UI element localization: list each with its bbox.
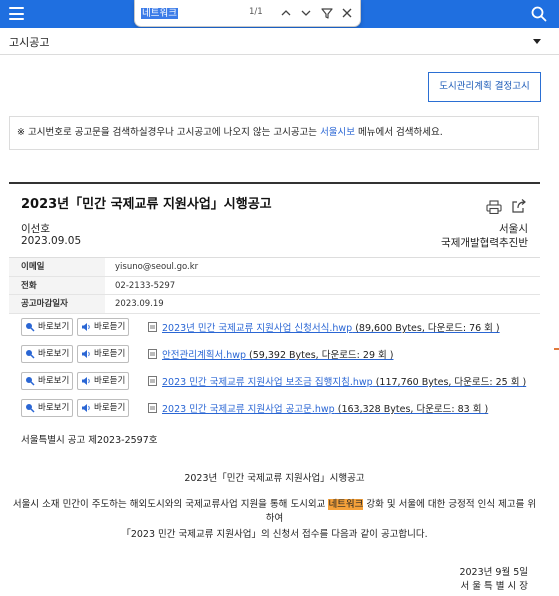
listen-label: 바로듣기 [94, 349, 126, 359]
info-key: 이메일 [9, 258, 105, 276]
article-department: 국제개발협력추진반 [441, 237, 528, 249]
article-organization: 서울시 [499, 223, 528, 235]
signature-organization: 서 울 특 별 시 장 [460, 581, 528, 592]
chevron-up-icon[interactable] [278, 5, 294, 21]
magnifier-icon [26, 350, 35, 359]
attachment-link[interactable]: 안전관리계획서.hwp (59,392 Bytes, 다운로드: 29 회 ) [162, 347, 393, 361]
print-icon[interactable] [486, 200, 502, 214]
find-input[interactable]: 네트워크 [139, 6, 239, 21]
share-icon[interactable] [511, 198, 527, 214]
view-label: 바로보기 [38, 349, 70, 359]
info-row-deadline: 공고마감일자 2023.09.19 [9, 295, 540, 314]
listen-label: 바로듣기 [94, 322, 126, 332]
info-key: 공고마감일자 [9, 295, 105, 313]
view-button[interactable]: 바로보기 [21, 318, 73, 336]
file-icon [148, 403, 157, 413]
view-button[interactable]: 바로보기 [21, 345, 73, 363]
notice-prefix: ※ 고시번호로 공고문을 검색하실경우나 고시공고에 나오지 않는 고시공고는 [17, 127, 321, 138]
search-highlight: 네트워크 [328, 499, 364, 510]
info-row-phone: 전화 02-2133-5297 [9, 276, 540, 295]
listen-button[interactable]: 바로듣기 [77, 318, 129, 336]
attachment-link[interactable]: 2023 민간 국제교류 지원사업 공고문.hwp (163,328 Bytes… [162, 401, 488, 415]
view-label: 바로보기 [38, 322, 70, 332]
info-row-email: 이메일 yisuno@seoul.go.kr [9, 258, 540, 277]
listen-button[interactable]: 바로듣기 [77, 399, 129, 417]
urban-plan-notice-button[interactable]: 도시관리계획 결정고시 [428, 72, 541, 102]
magnifier-icon [26, 323, 35, 332]
article-date: 2023.09.05 [21, 235, 82, 247]
speaker-icon [82, 377, 90, 385]
view-button[interactable]: 바로보기 [21, 399, 73, 417]
attachment-link[interactable]: 2023년 민간 국제교류 지원사업 신청서식.hwp (89,600 Byte… [162, 320, 500, 334]
speaker-icon [82, 350, 90, 358]
view-label: 바로보기 [38, 376, 70, 386]
attachment-link[interactable]: 2023 민간 국제교류 지원사업 보조금 집행지침.hwp (117,760 … [162, 374, 526, 388]
file-meta: (163,328 Bytes, 다운로드: 83 회 ) [334, 404, 489, 415]
file-icon [148, 322, 157, 332]
signature-date: 2023년 9월 5일 [459, 567, 528, 578]
attachment-row: 바로보기 바로듣기 2023 민간 국제교류 지원사업 보조금 집행지침.hwp… [21, 372, 540, 390]
body-title: 2023년「민간 국제교류 지원사업」시행공고 [184, 473, 365, 484]
info-key: 전화 [9, 276, 105, 294]
listen-button[interactable]: 바로듣기 [77, 345, 129, 363]
find-query: 네트워크 [141, 8, 178, 19]
announcement-article: 2023년「민간 국제교류 지원사업」시행공고 이선호 2023.09.05 서… [9, 182, 540, 596]
scroll-marker [554, 348, 559, 350]
find-match-count: 1/1 [249, 7, 263, 17]
attachment-row: 바로보기 바로듣기 2023 민간 국제교류 지원사업 공고문.hwp (163… [21, 399, 540, 417]
file-name: 2023 민간 국제교류 지원사업 공고문.hwp [162, 404, 335, 415]
view-button[interactable]: 바로보기 [21, 372, 73, 390]
chevron-down-icon[interactable] [298, 5, 314, 21]
info-table: 이메일 yisuno@seoul.go.kr 전화 02-2133-5297 공… [9, 257, 540, 314]
speaker-icon [82, 323, 90, 331]
file-name: 2023년 민간 국제교류 지원사업 신청서식.hwp [162, 323, 353, 334]
search-icon[interactable] [531, 6, 547, 22]
search-notice: ※ 고시번호로 공고문을 검색하실경우나 고시공고에 나오지 않는 고시공고는 … [9, 116, 539, 150]
attachment-row: 바로보기 바로듣기 안전관리계획서.hwp (59,392 Bytes, 다운로… [21, 345, 540, 363]
caret-down-icon[interactable] [533, 39, 541, 44]
view-label: 바로보기 [38, 403, 70, 413]
speaker-icon [82, 404, 90, 412]
article-author: 이선호 [21, 223, 50, 235]
info-value: 02-2133-5297 [115, 280, 176, 291]
file-meta: (59,392 Bytes, 다운로드: 29 회 ) [246, 350, 394, 361]
magnifier-icon [26, 377, 35, 386]
info-value: 2023.09.19 [115, 299, 164, 309]
magnifier-icon [26, 404, 35, 413]
file-icon [148, 349, 157, 359]
file-name: 2023 민간 국제교류 지원사업 보조금 집행지침.hwp [162, 377, 373, 388]
article-title: 2023년「민간 국제교류 지원사업」시행공고 [21, 197, 272, 212]
attachment-row: 바로보기 바로듣기 2023년 민간 국제교류 지원사업 신청서식.hwp (8… [21, 318, 540, 336]
body-paragraph: 서울시 소재 민간이 주도하는 해외도시와의 국제교류사업 지원을 통해 도시외… [9, 498, 540, 526]
file-meta: (89,600 Bytes, 다운로드: 76 회 ) [352, 323, 500, 334]
close-icon[interactable] [339, 5, 355, 21]
file-meta: (117,760 Bytes, 다운로드: 25 회 ) [372, 377, 527, 388]
file-icon [148, 376, 157, 386]
seoul-gazette-link[interactable]: 서울시보 [320, 127, 355, 138]
body-line: 「2023 민간 국제교류 지원사업」의 신청서 접수를 다음과 같이 공고합니… [121, 529, 428, 540]
listen-label: 바로듣기 [94, 376, 126, 386]
category-label: 고시공고 [9, 36, 50, 49]
file-name: 안전관리계획서.hwp [162, 350, 247, 361]
notice-suffix: 메뉴에서 검색하세요. [355, 127, 443, 138]
category-selector[interactable]: 고시공고 [0, 28, 559, 55]
listen-label: 바로듣기 [94, 403, 126, 413]
info-value: yisuno@seoul.go.kr [115, 262, 199, 272]
body-text: 서울시 소재 민간이 주도하는 해외도시와의 국제교류사업 지원을 통해 도시외… [12, 499, 329, 510]
find-in-page-bar: 네트워크 1/1 [134, 0, 361, 27]
document-number: 서울특별시 공고 제2023-2597호 [21, 435, 158, 446]
filter-icon[interactable] [319, 5, 335, 21]
menu-icon[interactable] [9, 7, 24, 20]
listen-button[interactable]: 바로듣기 [77, 372, 129, 390]
